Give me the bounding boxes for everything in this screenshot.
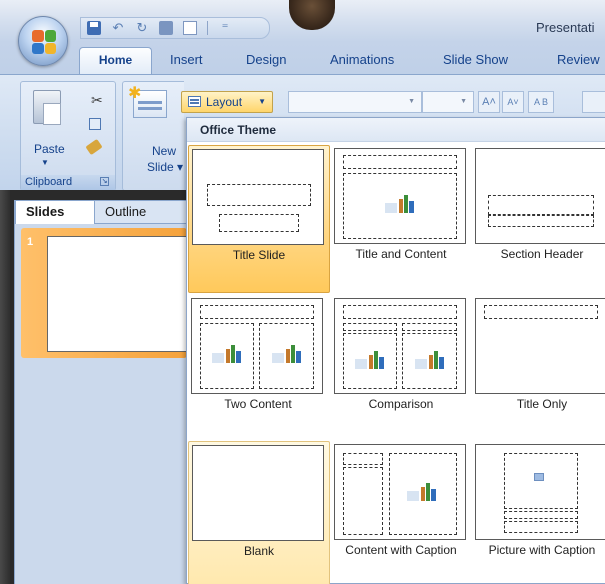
layout-thumbnail xyxy=(334,298,466,394)
layout-label: Title Slide xyxy=(232,248,286,262)
tab-slides[interactable]: Slides xyxy=(15,200,95,224)
layout-label: Layout xyxy=(206,95,243,109)
layout-label: Content with Caption xyxy=(345,543,457,557)
layout-title-slide[interactable]: Title Slide xyxy=(188,145,330,293)
clipboard-group: Paste ▼ ✂ Clipboard ↘ xyxy=(20,81,116,191)
layout-thumbnail xyxy=(334,148,466,244)
content-placeholder-icon xyxy=(407,483,437,501)
separator xyxy=(207,21,208,35)
layout-content-with-caption[interactable]: Content with Caption xyxy=(331,441,473,584)
paste-label: Paste xyxy=(34,142,65,156)
chevron-down-icon: ▼ xyxy=(258,97,266,106)
panel-tabs: Slides Outline xyxy=(14,200,186,224)
title-bar: ↶ ↻ ⁼ Presentati xyxy=(0,0,605,42)
chevron-down-icon[interactable]: ▼ xyxy=(41,158,49,167)
office-button[interactable] xyxy=(18,16,68,66)
font-name-dropdown[interactable]: ▼ xyxy=(288,91,422,113)
content-placeholder-icon xyxy=(212,345,242,363)
quick-access-toolbar: ↶ ↻ ⁼ xyxy=(80,17,270,39)
save-icon[interactable] xyxy=(87,21,101,35)
layout-two-content[interactable]: Two Content xyxy=(188,295,330,443)
slide-number: 1 xyxy=(27,236,34,248)
grow-font-button[interactable]: A˄ xyxy=(478,91,500,113)
office-logo-icon xyxy=(32,30,56,54)
gallery-header: Office Theme xyxy=(187,118,605,142)
layout-title-and-content[interactable]: Title and Content xyxy=(331,145,473,293)
slide-thumbnail-item[interactable]: 1 xyxy=(21,228,187,358)
layout-thumbnail xyxy=(192,445,324,541)
layout-thumbnail xyxy=(334,444,466,540)
chevron-down-icon: ▼ xyxy=(460,98,467,105)
layout-label: Comparison xyxy=(368,397,434,411)
layout-thumbnail xyxy=(475,148,605,244)
window-title: Presentati xyxy=(536,20,595,35)
new-slide-label-line2: Slide ▾ xyxy=(147,160,184,174)
shrink-font-button[interactable]: A˅ xyxy=(502,91,524,113)
new-document-icon[interactable] xyxy=(183,21,197,35)
clipboard-group-title: Clipboard xyxy=(25,176,73,188)
content-placeholder-icon xyxy=(272,345,302,363)
clipboard-group-label: Clipboard ↘ xyxy=(21,175,115,190)
copy-icon[interactable] xyxy=(89,118,101,130)
layout-picture-with-caption[interactable]: Picture with Caption xyxy=(472,441,605,584)
redo-icon[interactable]: ↻ xyxy=(135,21,149,35)
tab-slide-show[interactable]: Slide Show xyxy=(443,52,508,67)
layout-thumbnail xyxy=(192,149,324,245)
content-placeholder-icon xyxy=(355,351,385,369)
layout-icon xyxy=(188,96,201,107)
undo-icon[interactable]: ↶ xyxy=(111,21,125,35)
chevron-down-icon: ▼ xyxy=(408,98,415,105)
layout-thumbnail xyxy=(475,298,605,394)
layout-label: Picture with Caption xyxy=(488,543,596,557)
picture-placeholder-icon xyxy=(534,473,544,481)
new-slide-icon xyxy=(128,83,167,118)
tab-animations[interactable]: Animations xyxy=(330,52,394,67)
print-icon[interactable] xyxy=(159,21,173,35)
new-slide-label-line1: New xyxy=(152,144,177,158)
customize-toolbar-icon[interactable]: ⁼ xyxy=(218,21,232,35)
layout-comparison[interactable]: Comparison xyxy=(331,295,473,443)
layout-thumbnail xyxy=(191,298,323,394)
tab-review[interactable]: Review xyxy=(557,52,600,67)
layout-title-only[interactable]: Title Only xyxy=(472,295,605,443)
format-painter-icon[interactable] xyxy=(85,138,103,156)
layout-label: Blank xyxy=(243,544,275,558)
tab-insert[interactable]: Insert xyxy=(170,52,203,67)
dialog-launcher-icon[interactable]: ↘ xyxy=(100,177,109,186)
clear-formatting-button[interactable]: A B xyxy=(528,91,554,113)
font-size-dropdown[interactable]: ▼ xyxy=(422,91,474,113)
tab-outline[interactable]: Outline xyxy=(105,204,146,219)
tab-home[interactable]: Home xyxy=(79,47,152,74)
layout-thumbnail xyxy=(475,444,605,540)
ribbon-tabs: Home Insert Design Animations Slide Show… xyxy=(0,42,605,74)
slide-list: 1 xyxy=(14,224,187,584)
bullets-button[interactable] xyxy=(582,91,605,113)
layout-section-header[interactable]: Section Header xyxy=(472,145,605,293)
panel-edge xyxy=(0,190,10,584)
tab-design[interactable]: Design xyxy=(246,52,286,67)
content-placeholder-icon xyxy=(385,195,415,213)
layout-button[interactable]: Layout ▼ xyxy=(181,91,273,113)
content-placeholder-icon xyxy=(415,351,445,369)
cut-icon[interactable]: ✂ xyxy=(91,92,103,109)
paste-icon xyxy=(33,90,61,125)
layout-label: Two Content xyxy=(224,397,292,411)
layout-label: Title and Content xyxy=(355,247,447,261)
new-slide-button[interactable]: New Slide ▾ xyxy=(122,81,184,191)
layout-blank[interactable]: Blank xyxy=(188,441,330,584)
slides-panel: Slides Outline 1 xyxy=(0,190,187,584)
decorative-image xyxy=(289,0,335,30)
slide-thumbnail[interactable] xyxy=(47,236,187,352)
layout-label: Title Only xyxy=(516,397,568,411)
layout-label: Section Header xyxy=(500,247,584,261)
layout-gallery: Office Theme Title Slide Title and Conte… xyxy=(186,117,605,584)
